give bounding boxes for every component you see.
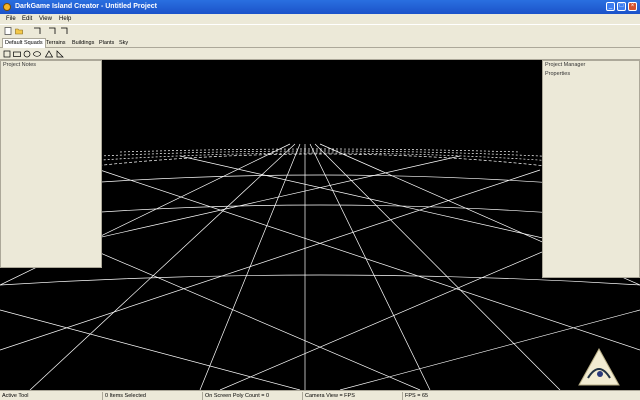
close-button[interactable]: ×: [628, 2, 637, 11]
circle-icon[interactable]: [23, 50, 31, 58]
grid-line: [309, 143, 431, 390]
tab-strip: Default Squads Terrains Buildings Plants…: [0, 38, 640, 48]
minimize-button[interactable]: _: [606, 2, 615, 11]
menu-view[interactable]: View: [39, 16, 52, 22]
status-selection: 0 Items Selected: [102, 392, 202, 400]
square-icon[interactable]: [3, 50, 11, 58]
toolbar: [0, 24, 640, 38]
project-manager-title: Project Manager: [545, 62, 586, 68]
triangle-icon[interactable]: [45, 50, 53, 58]
rectangle-icon[interactable]: [13, 50, 21, 58]
tool-c-icon[interactable]: [60, 27, 68, 35]
project-notes-title: Project Notes: [3, 62, 37, 68]
status-active-tool: Active Tool: [2, 393, 29, 399]
status-bar: Active Tool 0 Items Selected On Screen P…: [0, 390, 640, 400]
menu-file[interactable]: File: [6, 16, 16, 22]
window-title: DarkGame Island Creator - Untitled Proje…: [15, 3, 157, 10]
tab-buildings[interactable]: Buildings: [70, 39, 96, 47]
new-file-icon[interactable]: [4, 27, 12, 35]
project-notes-panel[interactable]: Project Notes: [0, 60, 102, 268]
right-triangle-icon[interactable]: [56, 50, 64, 58]
title-bar: DarkGame Island Creator - Untitled Proje…: [0, 0, 640, 14]
app-logo: [578, 348, 620, 386]
grid-line: [0, 309, 301, 390]
tab-sky[interactable]: Sky: [117, 39, 130, 47]
grid-line: [59, 150, 581, 159]
open-folder-icon[interactable]: [15, 27, 23, 35]
tab-default-squads[interactable]: Default Squads: [2, 38, 46, 48]
status-poly-count: On Screen Poly Count = 0: [202, 392, 302, 400]
tool-a-icon[interactable]: [33, 27, 41, 35]
status-fps: FPS = 65: [402, 392, 502, 400]
shape-toolbar: [0, 48, 640, 60]
status-camera-view: Camera View = FPS: [302, 392, 402, 400]
project-manager-panel[interactable]: Project Manager Properties: [542, 60, 640, 278]
tool-b-icon[interactable]: [48, 27, 56, 35]
properties-label: Properties: [545, 71, 571, 77]
app-icon: [3, 3, 11, 11]
maximize-button[interactable]: □: [617, 2, 626, 11]
ellipse-icon[interactable]: [33, 50, 41, 58]
menu-bar: File Edit View Help: [0, 14, 640, 24]
menu-edit[interactable]: Edit: [22, 16, 32, 22]
tab-plants[interactable]: Plants: [97, 39, 116, 47]
menu-help[interactable]: Help: [59, 16, 71, 22]
tab-terrains[interactable]: Terrains: [44, 39, 68, 47]
